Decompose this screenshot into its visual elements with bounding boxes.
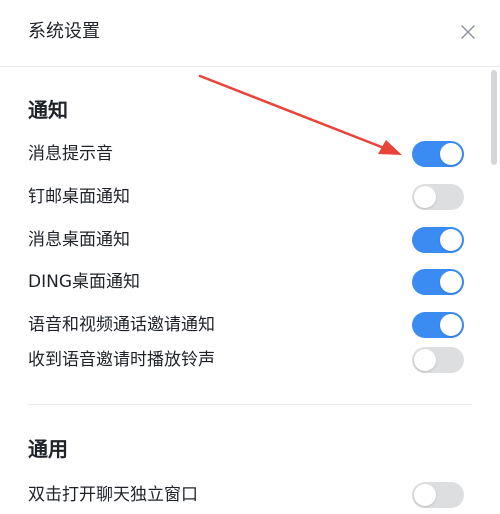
- section-title-general: 通用: [28, 437, 68, 461]
- toggle-knob: [440, 271, 462, 293]
- scrollbar-thumb[interactable]: [491, 70, 497, 165]
- toggle-knob: [440, 314, 462, 336]
- section-title-notifications: 通知: [28, 98, 68, 122]
- toggle-knob: [440, 229, 462, 251]
- annotation-arrow-icon: [198, 74, 402, 155]
- toggle-voice-invite-ringtone[interactable]: [412, 347, 464, 373]
- toggle-message-sound[interactable]: [412, 141, 464, 167]
- setting-label-mail-desktop-notification: 钉邮桌面通知: [28, 187, 130, 207]
- toggle-ding-desktop-notification[interactable]: [412, 269, 464, 295]
- toggle-knob: [414, 349, 436, 371]
- close-icon[interactable]: [456, 20, 480, 44]
- setting-label-message-sound: 消息提示音: [28, 144, 113, 164]
- settings-dialog: 系统设置 通知 消息提示音 钉邮桌面通知 消息桌面通知 DING桌面通知 语音和…: [0, 0, 500, 514]
- dialog-header: 系统设置: [0, 0, 500, 67]
- toggle-double-click-chat-window[interactable]: [412, 482, 464, 508]
- setting-label-call-invite-notification: 语音和视频通话邀请通知: [28, 315, 215, 335]
- setting-label-double-click-chat-window: 双击打开聊天独立窗口: [28, 485, 198, 505]
- setting-label-message-desktop-notification: 消息桌面通知: [28, 230, 130, 250]
- toggle-knob: [440, 143, 462, 165]
- toggle-mail-desktop-notification[interactable]: [412, 184, 464, 210]
- toggle-call-invite-notification[interactable]: [412, 312, 464, 338]
- toggle-knob: [414, 484, 436, 506]
- toggle-message-desktop-notification[interactable]: [412, 227, 464, 253]
- setting-label-ding-desktop-notification: DING桌面通知: [28, 272, 140, 292]
- setting-label-voice-invite-ringtone: 收到语音邀请时播放铃声: [28, 350, 215, 370]
- dialog-title: 系统设置: [28, 21, 100, 42]
- toggle-knob: [414, 186, 436, 208]
- section-divider: [28, 404, 472, 405]
